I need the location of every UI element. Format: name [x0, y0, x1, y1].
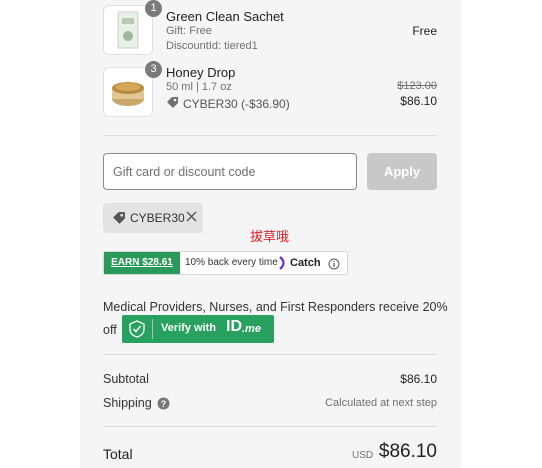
idme-brand-me: .me [242, 323, 261, 335]
subtotal-label: Subtotal [103, 372, 149, 386]
svg-text:?: ? [161, 399, 167, 409]
shipping-value: Calculated at next step [325, 397, 437, 409]
info-icon[interactable] [328, 257, 340, 275]
product-thumbnail-honey-drop [103, 67, 153, 117]
shipping-label: Shipping [103, 396, 152, 410]
item-size: 50 ml | 1.7 oz [166, 81, 232, 93]
item-price: Free [412, 24, 437, 38]
shield-check-icon [129, 320, 145, 343]
applied-discount-label: CYBER30 [130, 211, 185, 225]
idme-promo-text-continued: off [103, 323, 117, 337]
button-divider [152, 319, 153, 339]
item-quantity-badge: 3 [145, 61, 162, 78]
idme-button-label: Verify with [161, 322, 217, 334]
idme-brand-id: ID [226, 318, 242, 335]
item-discount-id: DiscountId: tiered1 [166, 40, 258, 52]
catch-rewards-banner[interactable]: EARN $28.61 10% back every time Catch [103, 251, 348, 275]
total-label: Total [103, 446, 133, 462]
item-gift-label: Gift: Free [166, 25, 212, 37]
divider [103, 426, 437, 427]
subtotal-value: $86.10 [400, 372, 437, 386]
honey-jar-image [112, 82, 144, 106]
catch-brand: Catch [290, 257, 321, 269]
total-value: $86.10 [378, 441, 437, 462]
divider [103, 135, 437, 136]
help-icon[interactable]: ? [157, 397, 170, 415]
total-currency: USD [352, 450, 374, 461]
catch-logo-icon [278, 256, 288, 275]
item-discount-code: CYBER30 (-$36.90) [183, 97, 290, 111]
annotation-text: 拔草哦 [250, 229, 290, 244]
verify-with-idme-button[interactable]: Verify with ID .me [122, 315, 274, 343]
remove-discount-icon[interactable] [185, 210, 198, 228]
item-name: Honey Drop [166, 65, 236, 80]
apply-button[interactable]: Apply [367, 153, 437, 190]
item-quantity-badge: 1 [145, 0, 162, 17]
tag-icon [166, 96, 179, 114]
applied-discount-chip: CYBER30 [103, 203, 203, 233]
item-name: Green Clean Sachet [166, 9, 284, 24]
idme-promo-text: Medical Providers, Nurses, and First Res… [103, 300, 448, 314]
earn-rewards-link[interactable]: EARN $28.61 [104, 252, 180, 274]
discount-code-input[interactable]: Gift card or discount code [103, 153, 357, 190]
divider [103, 354, 437, 355]
sachet-image [117, 11, 139, 49]
tag-icon [112, 211, 126, 230]
catch-description: 10% back every time [185, 257, 278, 268]
item-price: $86.10 [400, 94, 437, 108]
item-original-price: $123.00 [397, 80, 437, 92]
